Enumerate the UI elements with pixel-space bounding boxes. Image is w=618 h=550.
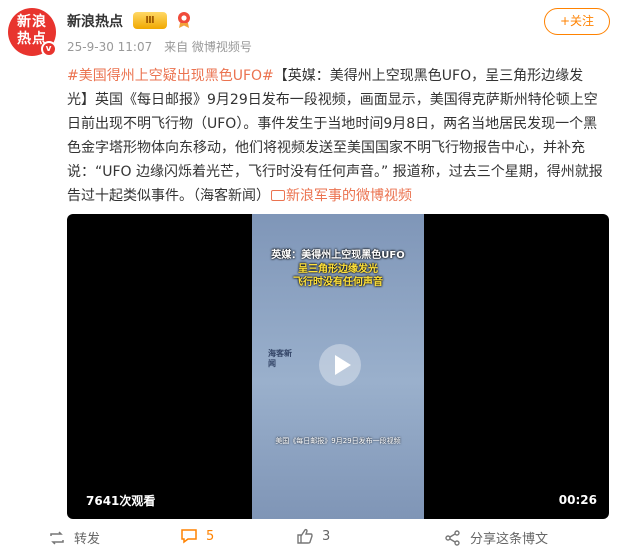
repost-label: 转发 [74, 532, 101, 547]
post-text: 【英媒：美得州上空现黑色UFO，呈三角形边缘发光】英国《每日邮报》9月29日发布… [67, 68, 603, 204]
repost-icon [50, 530, 64, 545]
video-duration: 00:26 [558, 493, 597, 507]
action-bar: 转发 5 3 分享这条博文 [0, 524, 618, 550]
post-header: 新浪 热点 v 新浪热点 Ⅲ 25-9-30 11:07 来自 微博视频号 +关… [0, 0, 618, 62]
vip-level-badge-icon[interactable]: Ⅲ [133, 12, 167, 29]
view-count: 7641次观看 [86, 494, 156, 508]
share-icon [445, 529, 460, 546]
video-player[interactable]: 英媒：美得州上空现黑色UFO 呈三角形边缘发光 飞行时没有任何声音 海客新闻 美… [67, 214, 609, 519]
play-icon[interactable] [319, 344, 361, 386]
comment-count: 5 [206, 528, 215, 544]
post-date[interactable]: 25-9-30 11:07 [67, 40, 152, 54]
verified-badge-icon: v [41, 41, 57, 57]
video-link-icon [271, 190, 285, 201]
post-content: #美国得州上空疑出现黑色UFO#【英媒：美得州上空现黑色UFO，呈三角形边缘发光… [67, 64, 603, 208]
follow-button[interactable]: +关注 [544, 8, 610, 35]
video-caption-line1: 英媒：美得州上空现黑色UFO [271, 250, 405, 261]
comment-button[interactable]: 5 [180, 528, 214, 544]
repost-button[interactable]: 转发 [48, 528, 100, 547]
fan-badge-icon[interactable] [175, 11, 193, 29]
like-button[interactable]: 3 [296, 528, 330, 544]
post-source[interactable]: 来自 微博视频号 [164, 40, 252, 54]
hashtag-link[interactable]: #美国得州上空疑出现黑色UFO# [67, 68, 274, 84]
like-count: 3 [322, 528, 331, 544]
thumbs-up-icon [297, 528, 313, 544]
avatar-text-line1: 新浪 [17, 14, 47, 30]
avatar[interactable]: 新浪 热点 v [8, 8, 57, 57]
comment-icon [181, 529, 197, 544]
video-watermark: 海客新闻 [268, 349, 292, 368]
video-caption-line3: 飞行时没有任何声音 [293, 277, 383, 288]
author-name[interactable]: 新浪热点 [67, 11, 123, 31]
share-button[interactable]: 分享这条博文 [444, 528, 548, 547]
video-caption-bottom: 美国《每日邮报》9月29日发布一段视频 [275, 437, 401, 445]
video-source-link[interactable]: 新浪军事的微博视频 [286, 188, 412, 204]
share-label: 分享这条博文 [470, 532, 549, 547]
post-meta: 25-9-30 11:07 来自 微博视频号 [67, 38, 260, 55]
